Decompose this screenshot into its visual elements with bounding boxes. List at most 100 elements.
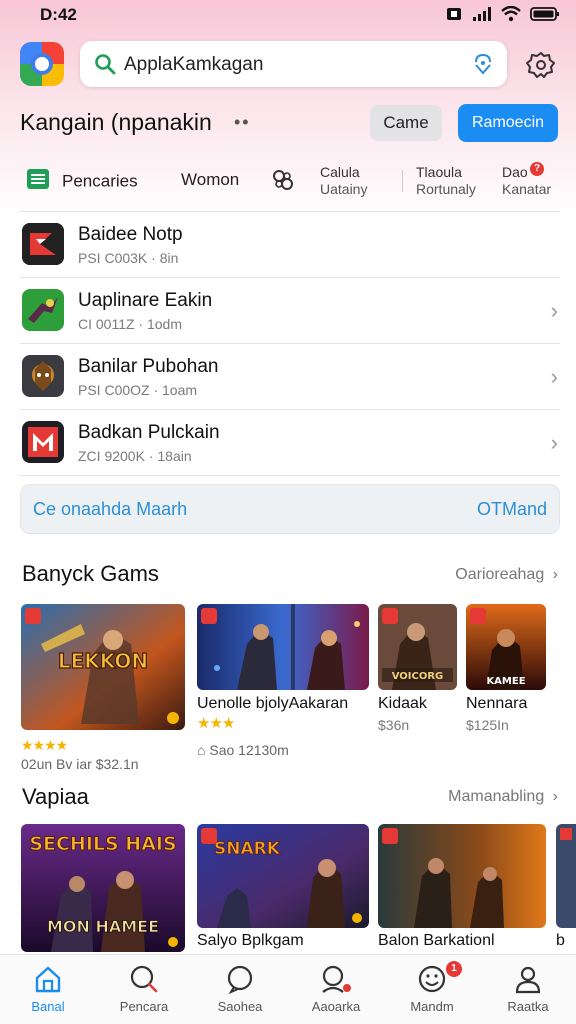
tab-womon[interactable]: Womon [181,170,239,190]
list-item[interactable]: Banilar Pubohan PSI C00OZ · 1oam › [0,344,576,410]
more-dots-icon[interactable]: •• [234,112,251,133]
voice-search-icon[interactable] [471,52,495,81]
card-badge [382,828,398,844]
status-time: D:42 [40,5,77,24]
game-card-art[interactable]: SECHILS HAIS MON HAMEE [21,824,185,952]
tab-label: Calula [320,164,360,180]
tab-pencaries[interactable]: Pencaries [26,168,138,195]
search-icon [96,963,192,995]
card-caption: ⌂ Sao 12130m [197,742,289,758]
tab-puzzle-icon[interactable] [271,168,295,197]
list-item-name: Uaplinare Eakin [78,290,213,311]
profile-icon [480,963,576,995]
nav-profile[interactable]: Raatka [480,963,576,1014]
card-badge [201,828,217,844]
game-card-art[interactable]: SNARK [197,824,369,928]
price-tag-icon: ⌂ [197,742,206,758]
nav-badge: 1 [446,961,462,977]
tab-tlaoula[interactable]: Tlaoula Rortunaly [416,164,476,198]
section-more-link[interactable]: Mamanabling › [448,788,558,806]
nav-label: Pencara [119,999,169,1014]
tab-sublabel: Rortunaly [416,181,476,197]
search-person-icon [288,963,384,995]
tab-label: Tlaoula [416,164,462,180]
list-item[interactable]: Baidee Notp PSI C003K · 8in [0,212,576,278]
tab-dao[interactable]: Dao Kanatar ? [502,162,551,198]
card-name: Uenolle bjolyAakaran [197,695,349,712]
signal-icon [472,6,492,27]
category-tabs: Pencaries Womon Calula Uatainy Tlaoula R… [0,158,576,212]
nav-search-person[interactable]: Aaoarka [288,963,384,1014]
nav-search[interactable]: Pencara [96,963,192,1014]
app-icon [22,421,64,463]
app-logo[interactable] [20,42,64,86]
card-price: $36n [378,717,410,733]
list-item-meta: ZCI 9200K · 18ain [78,448,192,464]
wifi-icon [501,5,521,27]
card-caption-text: Sao 12130m [209,742,289,758]
card-art-title: LEKKON [58,649,148,673]
section-title: Vapiaa [22,784,89,809]
game-card-art[interactable]: LEKKON [21,604,185,730]
search-icon [94,53,116,80]
chevron-right-icon: › [550,430,558,455]
settings-button[interactable] [524,48,558,82]
card-name: Kidaak [378,695,427,712]
list-item-meta: PSI C003K · 8in [78,250,179,266]
nav-label: Aaoarka [311,999,361,1014]
chevron-right-icon: › [552,566,558,583]
card-name: b [556,932,565,949]
game-button[interactable]: Came [370,105,442,141]
page-title: Kangain (npanakin [20,109,212,135]
card-caption: 02un Bv iar $32.1n [21,756,139,772]
app-icon [22,223,64,265]
bottom-nav: Banal Pencara Saohea Aaoarka 1 Mandm Raa… [0,954,576,1024]
game-card-art[interactable] [197,604,369,690]
game-card-art[interactable]: VOICORG [378,604,457,690]
list-divider [20,475,560,476]
chevron-right-icon: › [550,364,558,389]
list-item-meta: PSI C00OZ · 1oam [78,382,198,398]
list-item-name: Banilar Pubohan [78,356,219,377]
card-art-subtitle: MON HAMEE [47,917,159,936]
game-card-art[interactable] [378,824,546,928]
section-more-label: Oarioreahag [455,566,545,583]
nav-label: Mandm [410,999,454,1014]
search-value: ApplaKamkagan [124,54,264,75]
list-item[interactable]: Badkan Pulckain ZCI 9200K · 18ain › [0,410,576,476]
puzzle-icon [271,170,295,196]
nav-chat[interactable]: Saohea [192,963,288,1014]
app-icon [22,355,64,397]
list-item-meta: CI 0011Z · 1odm [78,316,183,332]
card-badge [382,608,398,624]
banner-action-link[interactable]: OTMand [477,499,547,520]
game-card-art[interactable]: KAMEE [466,604,546,690]
tab-label: Womon [181,170,240,189]
rating-stars: ★★★★ [21,737,68,753]
status-icons [445,5,560,27]
nav-home[interactable]: Banal [0,963,96,1014]
nav-mandm[interactable]: 1 Mandm [384,961,480,1014]
card-art-title: SNARK [214,839,281,859]
tab-calula[interactable]: Calula Uatainy [320,164,367,198]
promo-banner[interactable]: Ce onaahda Maarh OTMand [20,484,560,534]
search-input[interactable]: ApplaKamkagan [80,41,507,87]
game-card-art[interactable] [556,824,576,928]
card-name: Nennara [466,695,528,712]
card-badge [201,608,217,624]
gear-icon [524,52,558,86]
primary-button[interactable]: Ramoecin [458,104,558,142]
chat-icon [192,963,288,995]
tab-label: Dao [502,164,528,180]
list-icon [26,168,50,195]
rating-stars: ★★★ [197,715,235,732]
tab-label: Pencaries [62,171,138,191]
card-name: Salyo Bplkgam [197,932,304,949]
list-item[interactable]: Uaplinare Eakin CI 0011Z · 1odm › [0,278,576,344]
card-price: $125In [466,717,509,733]
chevron-right-icon: › [552,788,558,805]
card-badge [470,608,486,624]
card-art-title: KAMEE [486,676,525,687]
nav-label: Saohea [217,999,263,1014]
section-more-link[interactable]: Oarioreahag › [455,566,558,584]
